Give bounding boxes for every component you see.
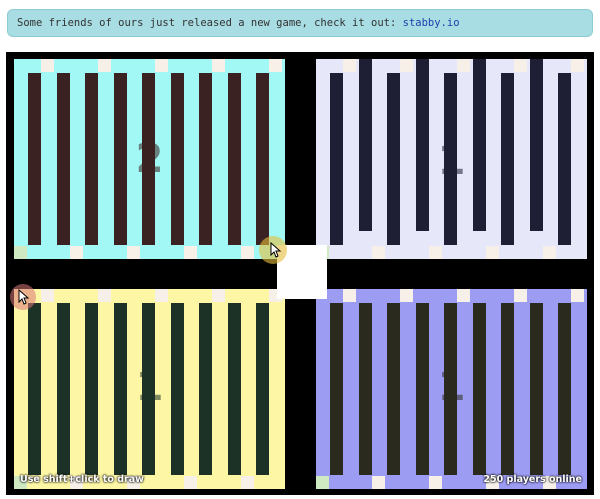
edge-cell [343, 59, 356, 72]
stripe [330, 303, 343, 475]
edge-cell [126, 246, 140, 259]
announcement-banner: Some friends of ours just released a new… [7, 9, 593, 37]
edge-cell [41, 289, 54, 302]
score-digit: 1 [135, 364, 164, 410]
edge-cell [485, 246, 499, 259]
stripe [415, 303, 429, 475]
quadrant-bottom-right[interactable]: 1 [316, 289, 587, 489]
quadrant-bottom-left[interactable]: 1 [14, 289, 285, 489]
score-digit: 1 [437, 364, 466, 410]
edge-cell [428, 246, 442, 259]
corner-cell [316, 476, 329, 489]
edge-cell [212, 59, 225, 72]
stabby-link[interactable]: stabby.io [403, 17, 460, 29]
edge-cell [269, 59, 282, 72]
edge-cell [212, 289, 225, 302]
edge-cell [457, 289, 470, 302]
edge-cell [457, 59, 470, 72]
edge-cell [98, 289, 111, 302]
edge-cell [428, 476, 442, 489]
stripe [85, 73, 98, 245]
edge-cell [400, 289, 413, 302]
edge-cell [371, 476, 385, 489]
stripe [256, 303, 269, 475]
edge-cell [571, 59, 584, 72]
score-digit: 2 [135, 136, 164, 182]
stripe [227, 303, 241, 475]
edge-cell [571, 289, 584, 302]
stripe [387, 303, 400, 475]
edge-cell [183, 246, 197, 259]
stripe [330, 73, 343, 245]
stripe [472, 303, 486, 475]
edge-cell [41, 59, 54, 72]
stripe [387, 73, 400, 245]
stripe [28, 303, 41, 475]
stripe [113, 303, 127, 475]
stripe [56, 73, 70, 245]
stripe [558, 303, 571, 475]
edge-cell [514, 59, 527, 72]
stripe [501, 303, 514, 475]
edge-cell [183, 476, 197, 489]
edge-cell [155, 289, 168, 302]
edge-cell [155, 59, 168, 72]
edge-cell [240, 476, 254, 489]
banner-text: Some friends of ours just released a new… [17, 17, 403, 29]
stripe [501, 73, 514, 245]
edge-cell [400, 59, 413, 72]
stripe [330, 73, 573, 86]
stripe [227, 73, 241, 245]
quadrant-top-right[interactable]: 1 [316, 59, 587, 259]
stripe [170, 73, 184, 245]
players-online: 250 players online [483, 474, 582, 485]
stripe [558, 73, 571, 245]
draw-hint: Use shift+click to draw [20, 474, 144, 485]
edge-cell [514, 289, 527, 302]
game-board[interactable]: 2 1 1 1 Use shift+click to draw 250 play… [6, 52, 594, 495]
stripe [170, 303, 184, 475]
edge-cell [98, 59, 111, 72]
stripe [28, 73, 41, 245]
edge-cell [343, 289, 356, 302]
stripe [358, 303, 372, 475]
stripe [85, 303, 98, 475]
edge-cell [240, 246, 254, 259]
corner-cell [14, 246, 27, 259]
stripe [199, 303, 212, 475]
quadrant-top-left[interactable]: 2 [14, 59, 285, 259]
stripe [256, 73, 269, 245]
cursor-icon [18, 289, 30, 305]
stripe [529, 303, 543, 475]
edge-cell [69, 246, 83, 259]
cursor-icon [270, 242, 282, 258]
stripe [199, 73, 212, 245]
stripe [113, 73, 127, 245]
edge-cell [371, 246, 385, 259]
stripe [56, 303, 70, 475]
score-digit: 1 [437, 138, 466, 184]
edge-cell [542, 246, 556, 259]
